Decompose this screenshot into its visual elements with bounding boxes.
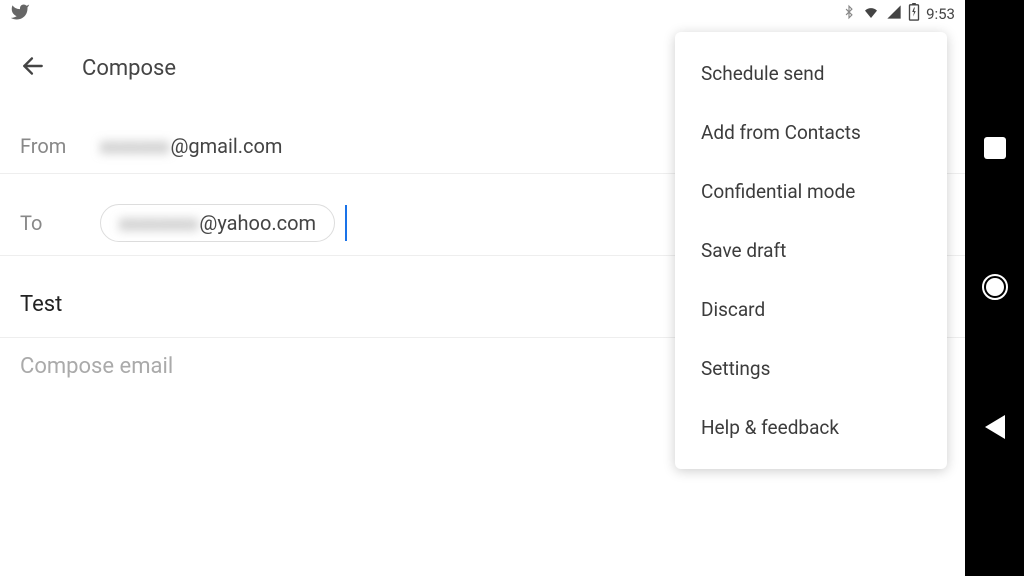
back-arrow-icon[interactable]	[20, 53, 46, 83]
nav-home-button[interactable]	[982, 274, 1008, 300]
menu-add-from-contacts[interactable]: Add from Contacts	[675, 103, 947, 162]
menu-settings[interactable]: Settings	[675, 339, 947, 398]
from-label: From	[20, 134, 100, 158]
from-email: xxxxxxx@gmail.com	[100, 134, 282, 158]
to-domain: @yahoo.com	[199, 211, 316, 235]
to-name-blurred: xxxxxxxx	[119, 211, 198, 235]
app-screen: 9:53 Compose From xxxxxxx@gmail.com To x…	[0, 0, 965, 576]
to-label: To	[20, 211, 100, 235]
menu-confidential-mode[interactable]: Confidential mode	[675, 162, 947, 221]
signal-icon	[886, 4, 902, 24]
body-placeholder[interactable]: Compose email	[20, 354, 173, 379]
status-time: 9:53	[926, 5, 955, 23]
twitter-notification-icon	[10, 2, 30, 26]
menu-discard[interactable]: Discard	[675, 280, 947, 339]
menu-help-feedback[interactable]: Help & feedback	[675, 398, 947, 457]
nav-recents-button[interactable]	[984, 137, 1006, 159]
bluetooth-icon	[842, 4, 856, 24]
text-cursor	[345, 205, 347, 241]
menu-schedule-send[interactable]: Schedule send	[675, 44, 947, 103]
from-domain: @gmail.com	[170, 134, 282, 158]
menu-save-draft[interactable]: Save draft	[675, 221, 947, 280]
from-name-blurred: xxxxxxx	[100, 134, 169, 158]
status-bar: 9:53	[0, 0, 965, 28]
to-recipient-chip[interactable]: xxxxxxxx@yahoo.com	[100, 204, 335, 242]
subject-input[interactable]: Test	[20, 292, 62, 317]
app-title: Compose	[82, 56, 176, 81]
wifi-icon	[862, 4, 880, 24]
battery-charging-icon	[908, 3, 920, 25]
nav-back-button[interactable]	[985, 415, 1005, 439]
overflow-menu: Schedule send Add from Contacts Confiden…	[675, 32, 947, 469]
android-nav-bar	[965, 0, 1024, 576]
